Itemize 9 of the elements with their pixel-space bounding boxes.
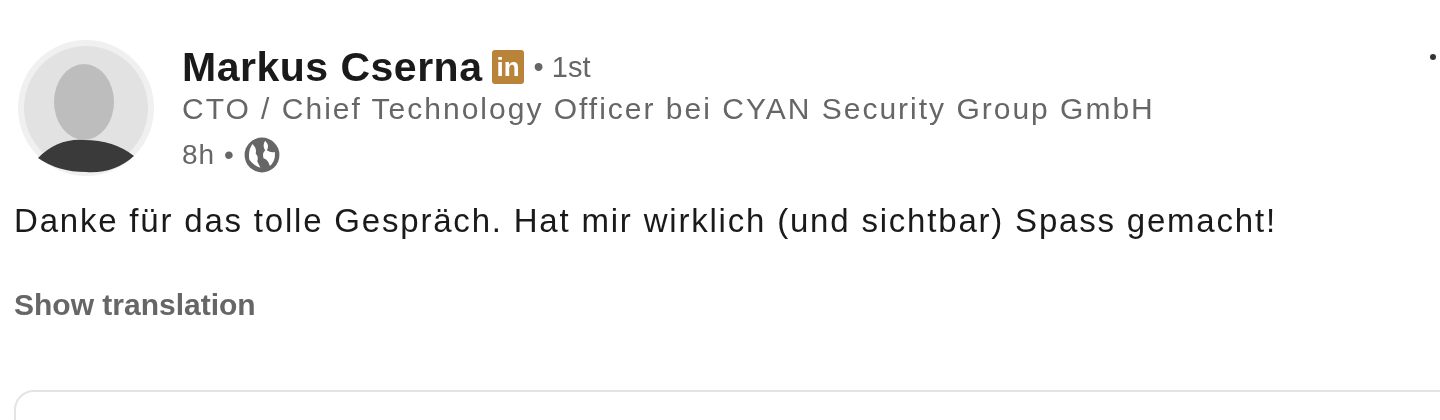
avatar[interactable] bbox=[18, 40, 154, 176]
connection-degree: • 1st bbox=[533, 50, 591, 84]
author-name[interactable]: Markus Cserna bbox=[182, 43, 483, 91]
author-headline: CTO / Chief Technology Officer bei CYAN Security Group GmbH bbox=[182, 92, 1155, 126]
post-text: Danke für das tolle Gespräch. Hat mir wirklich (und sichtbar) Spass gemacht! bbox=[14, 202, 1278, 240]
post-time: 8h • bbox=[182, 139, 235, 171]
more-icon[interactable] bbox=[1430, 54, 1436, 60]
show-translation-link[interactable]: Show translation bbox=[14, 288, 256, 322]
linkedin-badge: in bbox=[492, 50, 524, 84]
